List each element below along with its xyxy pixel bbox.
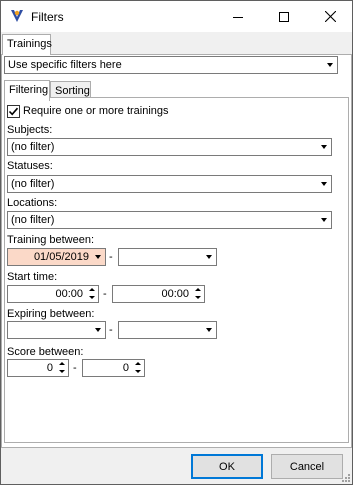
arrow-down-icon[interactable] <box>135 370 141 373</box>
spinner-arrows[interactable] <box>87 287 97 301</box>
expiring-between-separator: - <box>109 324 113 336</box>
subjects-select[interactable]: (no filter) <box>7 138 332 156</box>
start-time-to[interactable]: 00:00 <box>112 285 205 303</box>
app-logo-icon <box>11 10 23 22</box>
chevron-down-icon <box>321 145 327 149</box>
arrow-up-icon[interactable] <box>135 362 141 365</box>
subjects-value: (no filter) <box>11 141 55 153</box>
locations-value: (no filter) <box>11 214 55 226</box>
score-to[interactable]: 0 <box>82 359 145 377</box>
tab-sorting-label: Sorting <box>55 85 90 97</box>
chevron-down-icon <box>95 255 101 259</box>
expiring-from-date[interactable] <box>7 321 106 339</box>
tab-filtering-label: Filtering <box>9 84 49 96</box>
statuses-select[interactable]: (no filter) <box>7 175 332 193</box>
tab-trainings[interactable]: Trainings <box>2 34 52 55</box>
spinner-arrows[interactable] <box>57 361 67 375</box>
arrow-up-icon[interactable] <box>89 288 95 291</box>
training-from-date[interactable]: 01/05/2019 <box>7 248 106 266</box>
training-between-label: Training between: <box>7 234 95 246</box>
close-button[interactable] <box>307 1 353 32</box>
maximize-button[interactable] <box>261 1 307 32</box>
locations-select[interactable]: (no filter) <box>7 211 332 229</box>
chevron-down-icon <box>206 328 212 332</box>
minimize-button[interactable] <box>215 1 261 32</box>
chevron-down-icon <box>206 255 212 259</box>
window-title: Filters <box>31 10 64 24</box>
expiring-between-label: Expiring between: <box>7 308 95 320</box>
start-time-separator: - <box>103 288 107 300</box>
resize-grip-icon[interactable] <box>340 472 351 483</box>
score-to-value: 0 <box>122 362 129 374</box>
spinner-arrows[interactable] <box>133 361 143 375</box>
start-time-from[interactable]: 00:00 <box>7 285 99 303</box>
arrow-up-icon[interactable] <box>195 288 201 291</box>
require-training-label: Require one or more trainings <box>23 105 169 117</box>
cancel-button[interactable]: Cancel <box>271 454 343 479</box>
statuses-label: Statuses: <box>7 160 53 172</box>
training-to-date[interactable] <box>118 248 217 266</box>
arrow-down-icon[interactable] <box>59 370 65 373</box>
score-between-label: Score between: <box>7 346 84 358</box>
filters-dialog: Filters Trainings Use specific filters h… <box>0 0 353 485</box>
score-between-separator: - <box>73 362 77 374</box>
chevron-down-icon <box>95 328 101 332</box>
chevron-down-icon <box>321 182 327 186</box>
cancel-button-label: Cancel <box>289 460 325 473</box>
ok-button[interactable]: OK <box>191 454 263 479</box>
start-time-to-value: 00:00 <box>161 288 189 300</box>
filter-mode-value: Use specific filters here <box>8 59 122 71</box>
title-bar[interactable]: Filters <box>1 1 352 32</box>
ok-button-label: OK <box>219 460 235 473</box>
maximize-icon <box>279 11 289 22</box>
require-training-checkbox[interactable] <box>7 105 20 118</box>
expiring-to-date[interactable] <box>118 321 217 339</box>
statuses-value: (no filter) <box>11 178 55 190</box>
score-from-value: 0 <box>46 362 53 374</box>
arrow-down-icon[interactable] <box>89 296 95 299</box>
close-icon <box>324 11 336 22</box>
locations-label: Locations: <box>7 197 58 209</box>
tab-filtering[interactable]: Filtering <box>4 80 50 101</box>
chevron-down-icon <box>321 218 327 222</box>
filter-mode-select[interactable]: Use specific filters here <box>4 56 338 74</box>
start-time-label: Start time: <box>7 271 58 283</box>
minimize-icon <box>233 16 243 18</box>
start-time-from-value: 00:00 <box>55 288 83 300</box>
checkmark-icon <box>8 107 19 116</box>
training-from-value: 01/05/2019 <box>33 251 89 263</box>
subjects-label: Subjects: <box>7 124 53 136</box>
training-between-separator: - <box>109 251 113 263</box>
arrow-down-icon[interactable] <box>195 296 201 299</box>
chevron-down-icon <box>327 63 333 67</box>
spinner-arrows[interactable] <box>193 287 203 301</box>
arrow-up-icon[interactable] <box>59 362 65 365</box>
score-from[interactable]: 0 <box>7 359 69 377</box>
tab-trainings-label: Trainings <box>7 38 52 50</box>
